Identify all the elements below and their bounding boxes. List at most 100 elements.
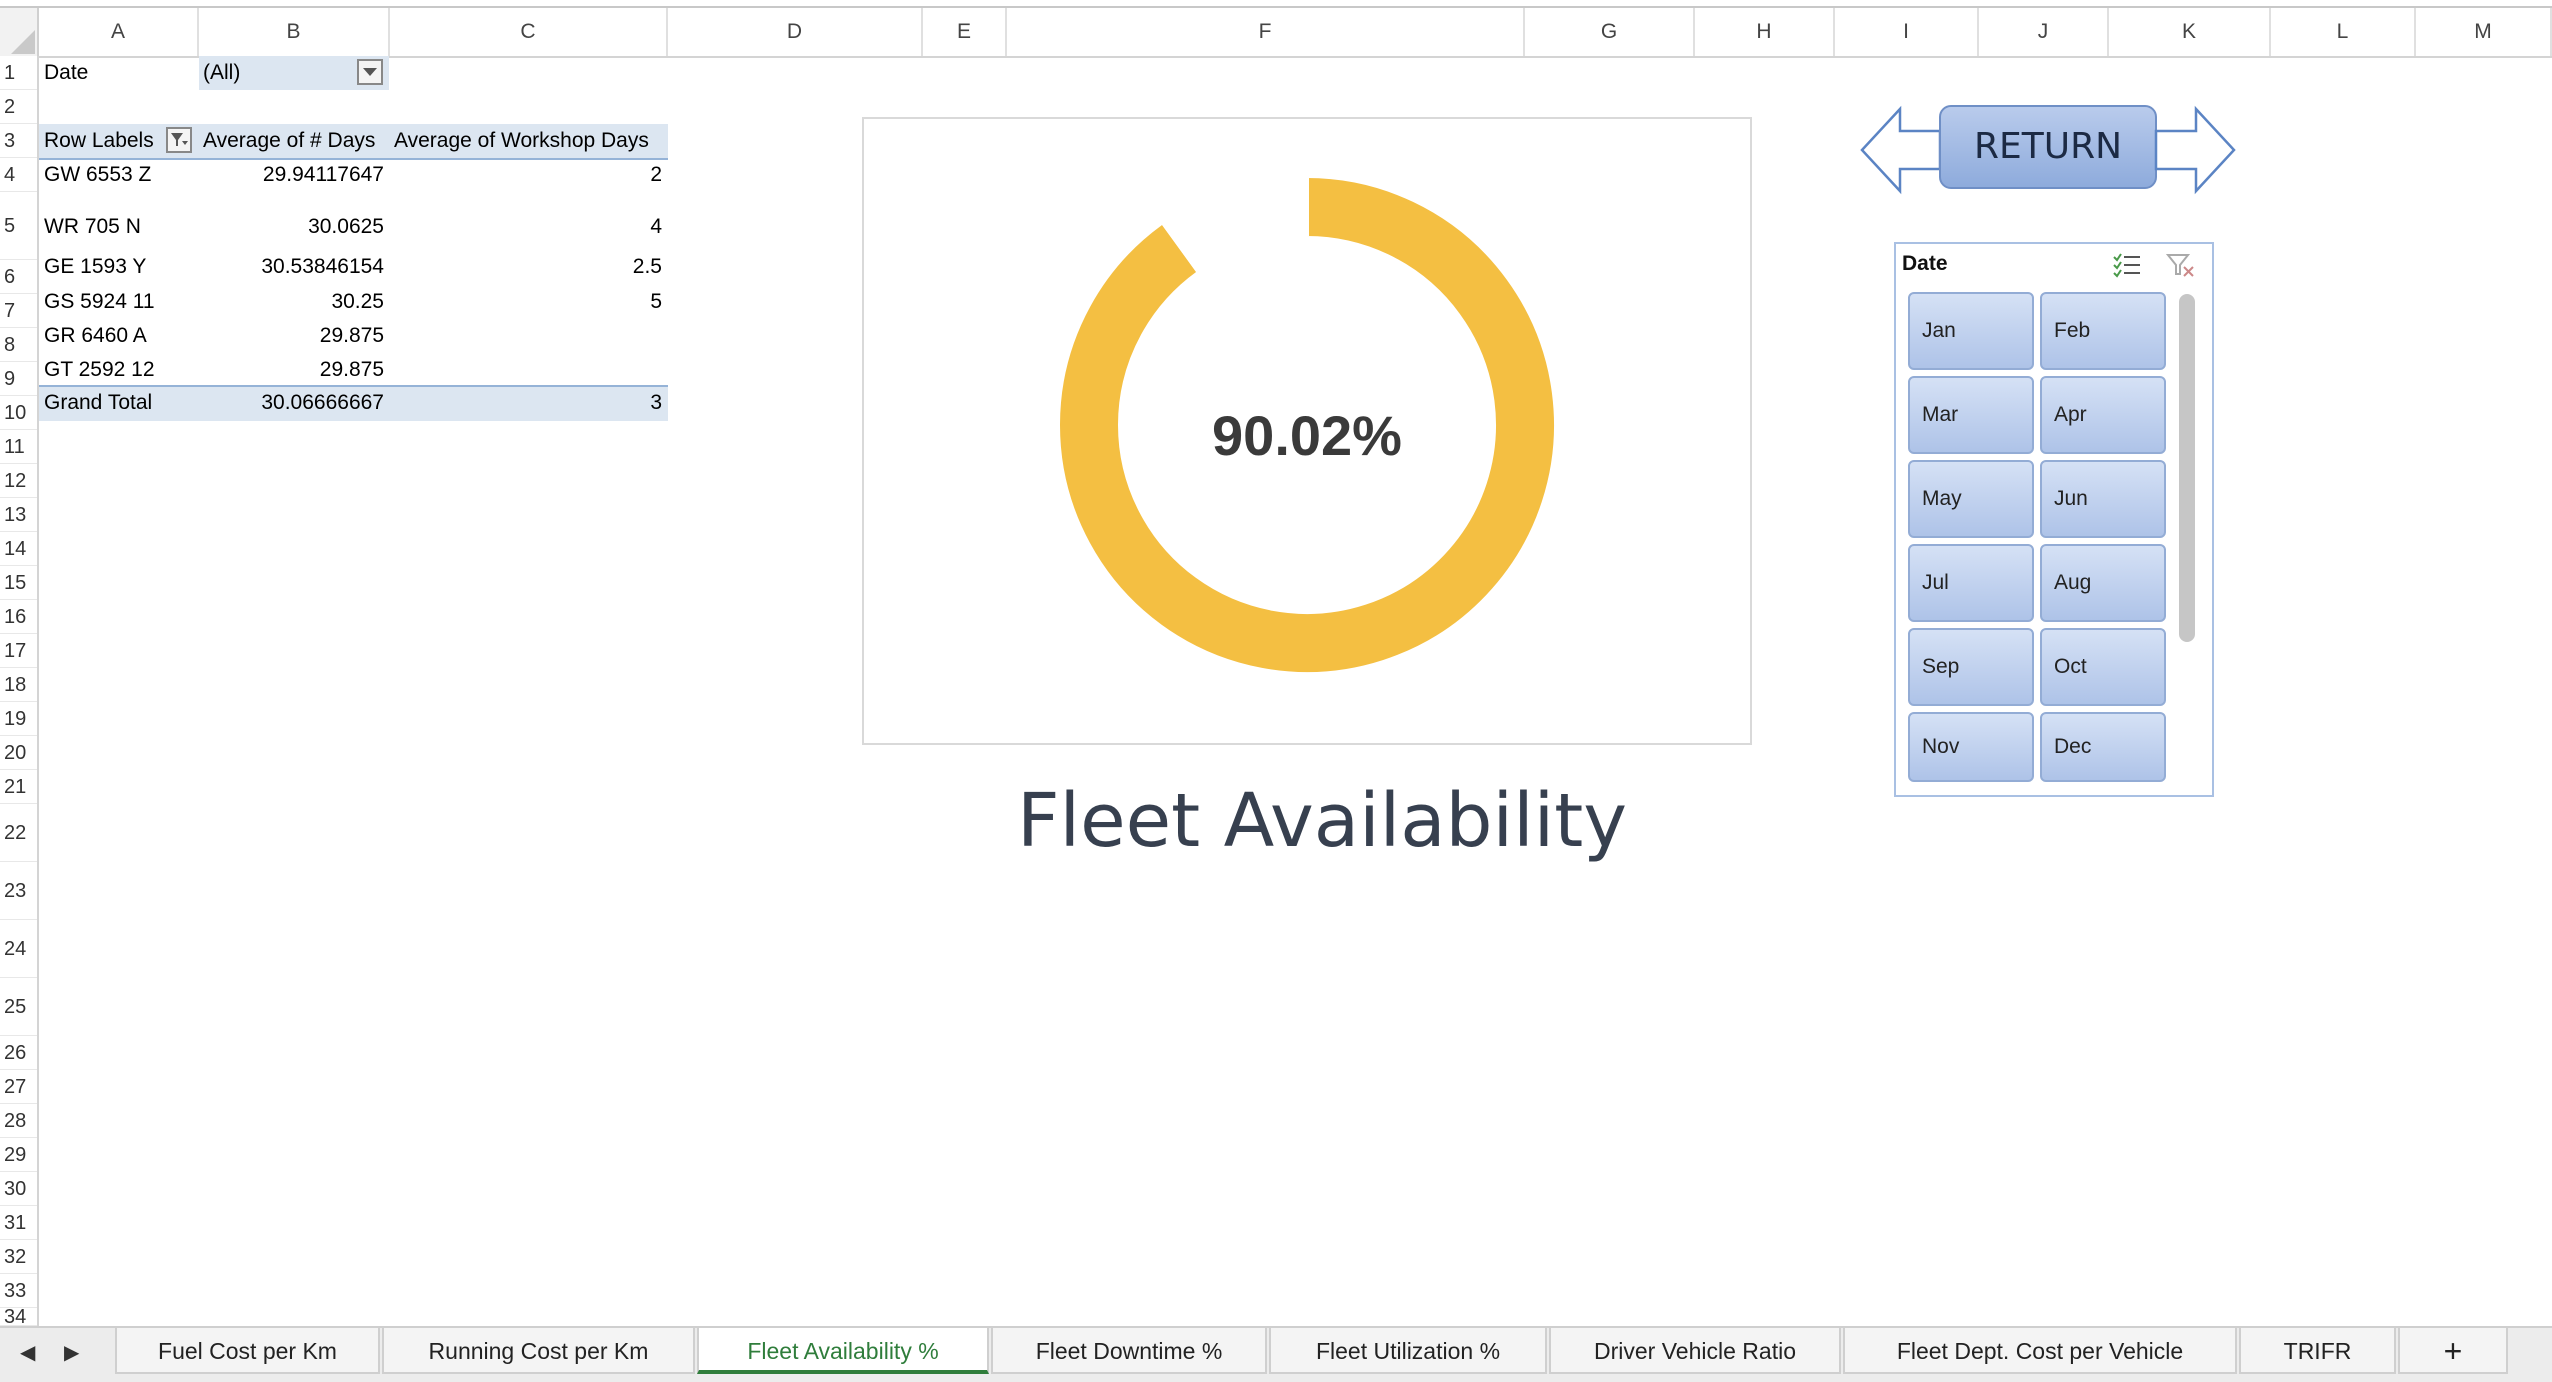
chevron-down-icon [363, 68, 377, 76]
slicer-item-nov[interactable]: Nov [1908, 712, 2034, 782]
pivot-row-label: GE 1593 Y [44, 255, 147, 278]
row-header[interactable]: 15 [0, 566, 37, 600]
arrow-right-icon[interactable] [2154, 105, 2238, 195]
tab-fuel-cost-per-km[interactable]: Fuel Cost per Km [115, 1328, 380, 1374]
row-header[interactable]: 17 [0, 634, 37, 668]
scroll-left-icon[interactable]: ◀ [20, 1340, 35, 1365]
tab-fleet-dept-cost[interactable]: Fleet Dept. Cost per Vehicle [1843, 1328, 2237, 1374]
sheet-tab-bar: ◀ ▶ Fuel Cost per Km Running Cost per Km… [0, 1326, 2552, 1382]
column-header-e[interactable]: E [923, 8, 1007, 56]
clear-filter-icon[interactable] [2166, 252, 2196, 278]
filter-dropdown-button[interactable] [357, 59, 383, 85]
pivot-total-label: Grand Total [44, 391, 153, 414]
row-header[interactable]: 18 [0, 668, 37, 702]
row-header[interactable]: 5 [0, 192, 37, 260]
row-header[interactable]: 13 [0, 498, 37, 532]
row-header[interactable]: 21 [0, 770, 37, 804]
tab-fleet-downtime[interactable]: Fleet Downtime % [991, 1328, 1267, 1374]
row-header[interactable]: 27 [0, 1070, 37, 1104]
row-header[interactable]: 25 [0, 978, 37, 1036]
row-header[interactable]: 11 [0, 430, 37, 464]
pivot-row-avg-days: 30.0625 [308, 215, 384, 238]
column-header-c[interactable]: C [390, 8, 668, 56]
pivot-row-avg-days: 30.25 [331, 290, 384, 313]
column-header-k[interactable]: K [2109, 8, 2271, 56]
pivot-row-label: GT 2592 12 [44, 358, 155, 381]
row-header[interactable]: 2 [0, 90, 37, 124]
row-header[interactable]: 28 [0, 1104, 37, 1138]
row-header[interactable]: 26 [0, 1036, 37, 1070]
tab-trifr[interactable]: TRIFR [2239, 1328, 2396, 1374]
column-header-j[interactable]: J [1979, 8, 2109, 56]
slicer-item-jun[interactable]: Jun [2040, 460, 2166, 538]
slicer-item-sep[interactable]: Sep [1908, 628, 2034, 706]
row-header[interactable]: 34 [0, 1307, 37, 1327]
availability-chart[interactable]: 90.02% [862, 117, 1752, 745]
slicer-item-may[interactable]: May [1908, 460, 2034, 538]
pivot-header-row-labels: Row Labels [44, 129, 154, 152]
column-header-f[interactable]: F [1007, 8, 1525, 56]
row-header[interactable]: 32 [0, 1240, 37, 1274]
slicer-item-jan[interactable]: Jan [1908, 292, 2034, 370]
column-header-d[interactable]: D [668, 8, 923, 56]
row-header[interactable]: 8 [0, 328, 37, 362]
date-slicer[interactable]: Date Jan Feb Mar Apr May Jun Jul Aug Sep… [1894, 242, 2214, 797]
row-header[interactable]: 12 [0, 464, 37, 498]
row-labels-filter-button[interactable] [166, 127, 192, 153]
multi-select-icon[interactable] [2112, 252, 2142, 278]
row-header[interactable]: 22 [0, 804, 37, 862]
add-sheet-button[interactable]: + [2398, 1328, 2508, 1374]
column-header-m[interactable]: M [2416, 8, 2552, 56]
pivot-row-label: GR 6460 A [44, 324, 147, 347]
row-header[interactable]: 30 [0, 1172, 37, 1206]
row-header[interactable]: 16 [0, 600, 37, 634]
return-button[interactable]: RETURN [1939, 105, 2157, 189]
pivot-header-avg-days: Average of # Days [203, 129, 376, 152]
slicer-item-apr[interactable]: Apr [2040, 376, 2166, 454]
row-header[interactable]: 19 [0, 702, 37, 736]
row-header[interactable]: 24 [0, 920, 37, 978]
tab-driver-vehicle-ratio[interactable]: Driver Vehicle Ratio [1549, 1328, 1841, 1374]
slicer-item-dec[interactable]: Dec [2040, 712, 2166, 782]
scroll-right-icon[interactable]: ▶ [64, 1340, 79, 1365]
row-header[interactable]: 7 [0, 294, 37, 328]
row-header[interactable]: 23 [0, 862, 37, 920]
donut-center-label: 90.02% [1212, 404, 1402, 467]
row-header[interactable]: 29 [0, 1138, 37, 1172]
slicer-item-oct[interactable]: Oct [2040, 628, 2166, 706]
row-header[interactable]: 10 [0, 396, 37, 430]
row-header[interactable]: 1 [0, 56, 37, 90]
column-header-l[interactable]: L [2271, 8, 2416, 56]
row-header[interactable]: 33 [0, 1274, 37, 1308]
row-header[interactable]: 20 [0, 736, 37, 770]
row-header[interactable]: 31 [0, 1206, 37, 1240]
filter-icon [171, 133, 188, 146]
tab-fleet-availability[interactable]: Fleet Availability % [697, 1328, 989, 1374]
column-header-h[interactable]: H [1695, 8, 1835, 56]
row-header[interactable]: 6 [0, 260, 37, 294]
tab-fleet-utilization[interactable]: Fleet Utilization % [1269, 1328, 1547, 1374]
row-header-bar: 1 2 3 4 5 6 7 8 9 10 11 12 13 14 15 16 1… [0, 56, 39, 1327]
row-header[interactable]: 3 [0, 124, 37, 158]
column-header-g[interactable]: G [1525, 8, 1695, 56]
column-header-a[interactable]: A [39, 8, 199, 56]
arrow-left-icon[interactable] [1858, 105, 1942, 195]
pivot-total-avg-workshop: 3 [650, 391, 662, 414]
row-header[interactable]: 4 [0, 158, 37, 192]
column-header-i[interactable]: I [1835, 8, 1979, 56]
row-header[interactable]: 14 [0, 532, 37, 566]
slicer-item-aug[interactable]: Aug [2040, 544, 2166, 622]
pivot-row-avg-workshop: 4 [650, 215, 662, 238]
row-header[interactable]: 9 [0, 362, 37, 396]
select-all-corner[interactable] [0, 8, 39, 56]
column-header-b[interactable]: B [199, 8, 390, 56]
pivot-row-avg-workshop: 5 [650, 290, 662, 313]
tab-running-cost-per-km[interactable]: Running Cost per Km [382, 1328, 695, 1374]
donut-slice-1[interactable] [1162, 178, 1308, 273]
slicer-item-feb[interactable]: Feb [2040, 292, 2166, 370]
slicer-item-jul[interactable]: Jul [1908, 544, 2034, 622]
slicer-item-mar[interactable]: Mar [1908, 376, 2034, 454]
pivot-row-avg-days: 30.53846154 [261, 255, 384, 278]
slicer-scrollbar[interactable] [2179, 294, 2195, 642]
donut-svg: 90.02% [1060, 178, 1554, 672]
